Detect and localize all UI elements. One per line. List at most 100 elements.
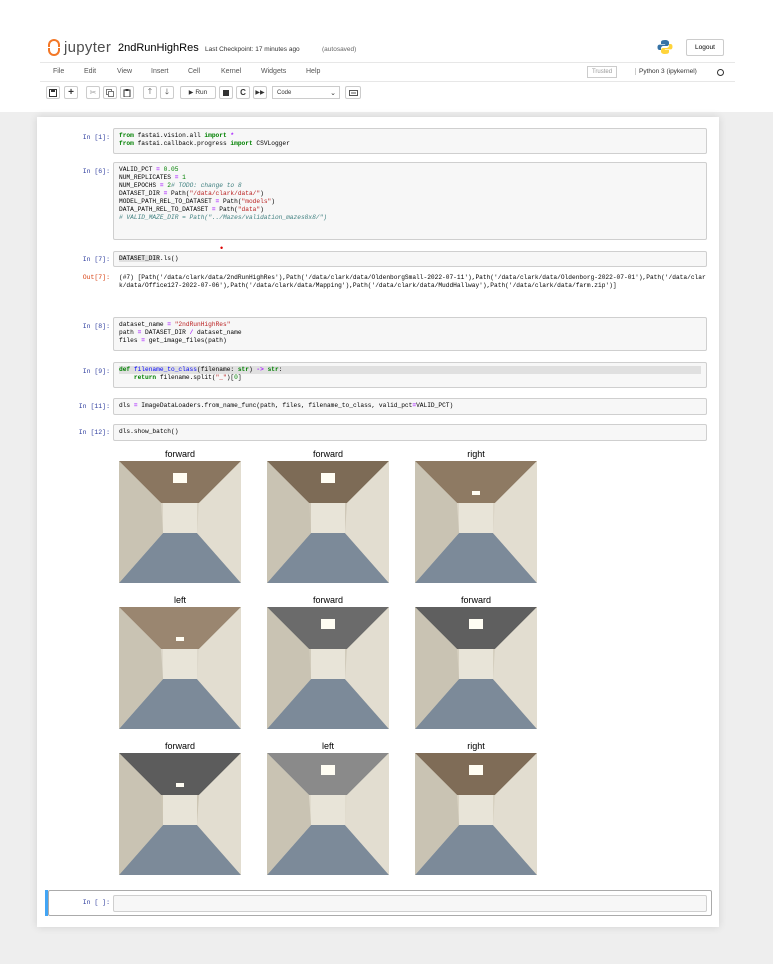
hallway-image xyxy=(415,607,537,729)
cell-type-select[interactable]: Code ⌄ xyxy=(272,86,340,99)
jupyter-icon xyxy=(48,38,60,56)
menu-view[interactable]: View xyxy=(117,68,132,75)
output-prompt: Out[7]: xyxy=(82,274,110,281)
plus-icon: + xyxy=(68,87,74,98)
code-input[interactable] xyxy=(113,895,707,912)
hallway-image xyxy=(267,607,389,729)
batch-image-tile: forward xyxy=(119,740,241,875)
hallway-image xyxy=(119,461,241,583)
code-line: from fastai.callback.progress import CSV… xyxy=(119,140,290,147)
interrupt-button[interactable] xyxy=(219,86,233,99)
save-icon xyxy=(49,88,57,97)
stop-icon xyxy=(223,89,229,96)
paste-button[interactable] xyxy=(120,86,134,99)
cell-prompt: In [1]: xyxy=(82,134,110,141)
code-input[interactable]: dls = ImageDataLoaders.from_name_func(pa… xyxy=(113,398,707,415)
batch-image-label: right xyxy=(467,741,485,751)
menu-file[interactable]: File xyxy=(53,68,64,75)
code-input[interactable]: def filename_to_class(filename: str) -> … xyxy=(113,362,707,388)
header: jupyter 2ndRunHighRes Last Checkpoint: 1… xyxy=(0,0,773,112)
menubar xyxy=(40,62,735,82)
cell-prompt: In [9]: xyxy=(82,368,110,375)
code-line: from fastai.vision.all import * xyxy=(119,132,235,139)
code-line: DATA_PATH_REL_TO_DATASET = Path("data") xyxy=(119,206,264,213)
cell-type-value: Code xyxy=(277,89,292,96)
menu-help[interactable]: Help xyxy=(306,68,320,75)
code-cell[interactable]: In [ ]: xyxy=(37,890,719,916)
batch-image-tile: forward xyxy=(415,594,537,729)
cut-button[interactable]: ✂ xyxy=(86,86,100,99)
batch-image-label: left xyxy=(173,595,186,605)
notebook-container: In [1]: from fastai.vision.all import * f… xyxy=(37,117,719,927)
paste-icon xyxy=(123,88,131,97)
code-cell[interactable]: In [6]: VALID_PCT = 0.05 NUM_REPLICATES =… xyxy=(37,162,719,242)
batch-image-tile: forward xyxy=(119,448,241,583)
code-line: dataset_name = "2ndRunHighRes" xyxy=(119,321,231,328)
code-line: VALID_PCT = 0.05 xyxy=(119,166,179,173)
code-line: DATASET_DIR = Path("/data/clark/data/") xyxy=(119,190,264,197)
copy-icon xyxy=(106,88,114,97)
trusted-indicator[interactable]: Trusted xyxy=(587,66,617,78)
play-icon: ▶ xyxy=(188,90,194,96)
jupyter-logo[interactable]: jupyter xyxy=(48,38,111,56)
kernel-status-icon xyxy=(717,69,724,76)
python-logo-icon xyxy=(657,40,673,54)
code-line: # VALID_MAZE_DIR = Path("../Mazes/valida… xyxy=(119,214,327,221)
menu-cell[interactable]: Cell xyxy=(188,68,200,75)
arrow-down-icon: 🡓 xyxy=(164,86,170,96)
restart-run-all-button[interactable]: ▶▶ xyxy=(253,86,267,99)
hallway-image xyxy=(119,607,241,729)
restart-button[interactable]: C xyxy=(236,86,250,99)
code-line: DATASET_DIR.ls() xyxy=(119,255,179,262)
run-button[interactable]: ▶ Run xyxy=(180,86,216,99)
move-up-button[interactable]: 🡑 xyxy=(143,86,157,99)
code-input[interactable]: dataset_name = "2ndRunHighRes" path = DAT… xyxy=(113,317,707,351)
batch-image-tile: left xyxy=(119,594,241,729)
copy-button[interactable] xyxy=(103,86,117,99)
menu-widgets[interactable]: Widgets xyxy=(261,68,286,75)
code-line: dls = ImageDataLoaders.from_name_func(pa… xyxy=(119,402,454,409)
arrow-up-icon: 🡑 xyxy=(147,86,153,96)
chevron-down-icon: ⌄ xyxy=(330,89,336,97)
insert-cell-button[interactable]: + xyxy=(64,86,78,99)
cell-prompt: In [ ]: xyxy=(82,899,110,906)
code-cell[interactable]: In [1]: from fastai.vision.all import * f… xyxy=(37,128,719,158)
code-cell[interactable]: In [9]: def filename_to_class(filename: … xyxy=(37,362,719,390)
menu-insert[interactable]: Insert xyxy=(151,68,169,75)
move-down-button[interactable]: 🡓 xyxy=(160,86,174,99)
cell-output: (#7) [Path('/data/clark/data/2ndRunHighR… xyxy=(119,274,706,289)
code-line: files = get_image_files(path) xyxy=(119,337,227,344)
code-cell[interactable]: In [8]: dataset_name = "2ndRunHighRes" pa… xyxy=(37,317,719,353)
batch-image-tile: left xyxy=(267,740,389,875)
autosave-status: (autosaved) xyxy=(322,46,357,53)
cell-prompt: In [11]: xyxy=(78,403,110,410)
logo-text: jupyter xyxy=(64,38,112,56)
cell-prompt: In [6]: xyxy=(82,168,110,175)
batch-image-label: right xyxy=(467,449,485,459)
kernel-name[interactable]: Python 3 (ipykernel) xyxy=(635,68,697,75)
hallway-image xyxy=(415,753,537,875)
run-label: Run xyxy=(195,89,208,96)
code-input[interactable]: from fastai.vision.all import * from fast… xyxy=(113,128,707,154)
cell-prompt: In [8]: xyxy=(82,323,110,330)
code-input[interactable]: DATASET_DIR.ls() xyxy=(113,251,707,267)
hallway-image xyxy=(415,461,537,583)
code-line: NUM_REPLICATES = 1 xyxy=(119,174,186,181)
command-palette-button[interactable] xyxy=(345,86,361,99)
save-button[interactable] xyxy=(46,86,60,99)
fast-forward-icon: ▶▶ xyxy=(255,90,265,96)
keyboard-icon xyxy=(348,89,358,96)
checkpoint-status: Last Checkpoint: 17 minutes ago xyxy=(205,46,300,53)
menu-kernel[interactable]: Kernel xyxy=(221,68,241,75)
logout-button[interactable]: Logout xyxy=(686,39,724,56)
menu-edit[interactable]: Edit xyxy=(84,68,96,75)
batch-image-tile: right xyxy=(415,448,537,583)
batch-image-label: forward xyxy=(164,741,195,751)
hallway-image xyxy=(267,753,389,875)
code-cell[interactable]: In [7]: DATASET_DIR.ls() Out[7]: (#7) [P… xyxy=(37,251,719,311)
code-cell[interactable]: In [11]: dls = ImageDataLoaders.from_nam… xyxy=(37,398,719,418)
code-cell[interactable]: In [12]: dls.show_batch() forward forward… xyxy=(37,424,719,884)
notebook-title[interactable]: 2ndRunHighRes xyxy=(118,42,199,54)
scissors-icon: ✂ xyxy=(89,88,97,97)
code-input[interactable]: VALID_PCT = 0.05 NUM_REPLICATES = 1 NUM_EP… xyxy=(113,162,707,240)
